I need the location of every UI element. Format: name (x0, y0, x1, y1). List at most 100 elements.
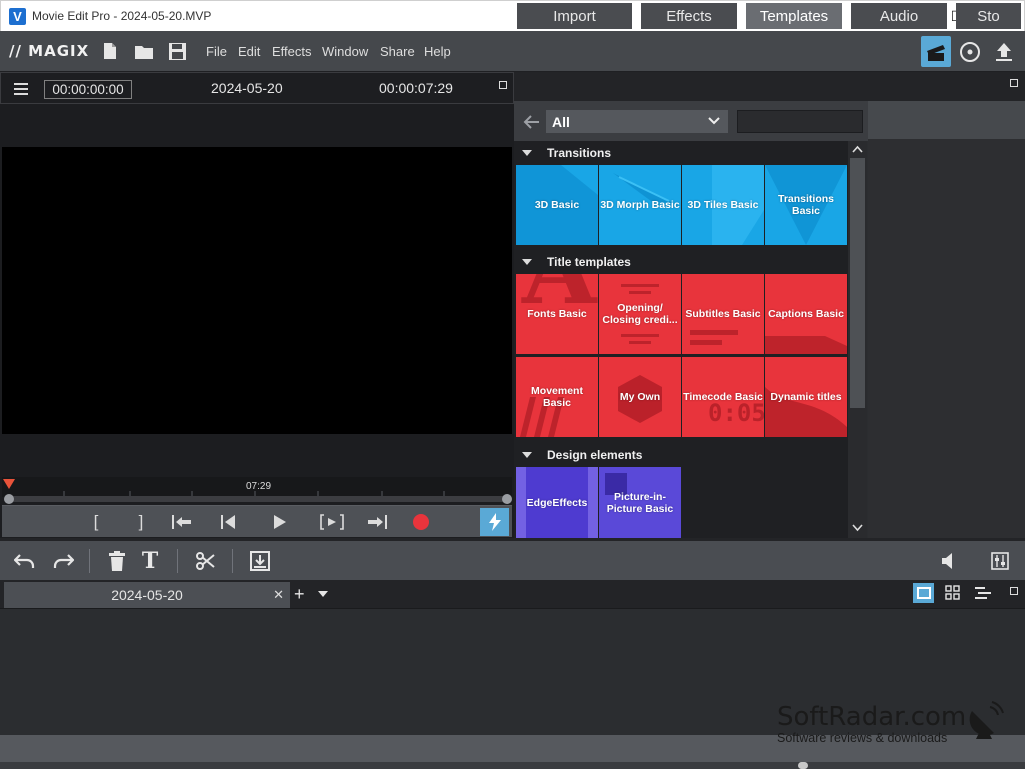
tile-3d-morph-basic[interactable]: 3D Morph Basic (599, 165, 681, 245)
undock-icon[interactable] (1010, 79, 1018, 87)
scroll-end-handle[interactable] (502, 494, 512, 504)
tile-timecode-basic[interactable]: 0:05 Timecode Basic (682, 357, 764, 437)
time-ruler[interactable]: 07:29 (2, 477, 512, 497)
transport-bar: [ ] (2, 505, 512, 537)
go-to-end-icon[interactable] (364, 506, 390, 538)
storyboard-view-icon[interactable] (913, 583, 934, 603)
zoom-slider-handle[interactable] (798, 762, 808, 769)
tile-movement-basic[interactable]: Movement Basic (516, 357, 598, 437)
satellite-dish-icon (969, 701, 1004, 739)
tile-3d-basic[interactable]: 3D Basic (516, 165, 598, 245)
redo-icon[interactable] (50, 541, 76, 580)
new-file-icon[interactable] (99, 40, 121, 62)
undock-icon[interactable] (499, 81, 507, 89)
tab-effects[interactable]: Effects (641, 3, 737, 29)
mixer-icon[interactable] (988, 541, 1012, 580)
mark-out-button[interactable]: ] (131, 506, 151, 538)
tile-transitions-basic[interactable]: Transitions Basic (765, 165, 847, 245)
insert-icon[interactable] (248, 541, 272, 580)
tab-audio[interactable]: Audio (851, 3, 947, 29)
current-timecode[interactable]: 00:00:00:00 (44, 80, 132, 99)
mark-in-button[interactable]: [ (86, 506, 106, 538)
menu-help[interactable]: Help (424, 31, 451, 72)
preview-top-area (2, 104, 512, 147)
previous-frame-icon[interactable] (216, 506, 240, 538)
ruler-end-label: 07:29 (246, 481, 272, 492)
tile-3d-tiles-basic[interactable]: 3D Tiles Basic (682, 165, 764, 245)
templates-scrollbar[interactable] (848, 141, 867, 538)
menu-hamburger-icon[interactable] (14, 83, 28, 98)
dropdown-value: All (552, 113, 570, 130)
menu-effects[interactable]: Effects (272, 31, 312, 72)
collapse-triangle-icon (522, 150, 532, 156)
timeline-tab-label: 2024-05-20 (111, 587, 183, 603)
tab-import[interactable]: Import (517, 3, 632, 29)
category-dropdown[interactable]: All (546, 110, 728, 133)
tile-picture-in-picture-basic[interactable]: Picture-in-Picture Basic (599, 467, 681, 538)
menu-share[interactable]: Share (380, 31, 415, 72)
preview-panel: 00:00:00:00 2024-05-20 00:00:07:29 07:29… (0, 72, 514, 538)
tile-my-own[interactable]: My Own (599, 357, 681, 437)
tab-templates[interactable]: Templates (746, 3, 842, 29)
tile-edge-effects[interactable]: EdgeEffects (516, 467, 598, 538)
timeline-tab-bar: 2024-05-20 ✕ + (0, 580, 1025, 608)
scroll-start-handle[interactable] (4, 494, 14, 504)
media-pool-tabs (514, 72, 1025, 101)
preview-scroll-track[interactable] (4, 494, 512, 504)
app-window: { "window": { "title": "Movie Edit Pro -… (0, 0, 1025, 769)
menu-window[interactable]: Window (322, 31, 368, 72)
back-arrow-icon[interactable] (521, 112, 541, 132)
softradar-watermark: SoftRadar.com Software reviews & downloa… (777, 703, 966, 745)
timecode-decor-digits: 0:05 (708, 399, 764, 427)
watermark-sub: Software reviews & downloads (777, 731, 948, 745)
tile-fonts-basic[interactable]: A Fonts Basic (516, 274, 598, 354)
open-folder-icon[interactable] (133, 40, 155, 62)
speaker-icon[interactable] (938, 541, 962, 580)
timeline-tab-project[interactable]: 2024-05-20 ✕ (4, 582, 290, 608)
scroll-up-icon (852, 145, 863, 153)
collapse-triangle-icon (522, 452, 532, 458)
scroll-down-icon (852, 524, 863, 532)
tab-dropdown-icon[interactable] (318, 591, 328, 598)
timeline-view-icon[interactable] (975, 585, 991, 601)
upload-icon[interactable] (989, 36, 1019, 67)
window-title: Movie Edit Pro - 2024-05-20.MVP (32, 9, 212, 23)
lightning-icon[interactable] (480, 508, 509, 536)
preview-header: 00:00:00:00 2024-05-20 00:00:07:29 (0, 72, 514, 104)
grid-view-icon[interactable] (945, 585, 961, 601)
close-tab-icon[interactable]: ✕ (273, 587, 284, 603)
save-icon[interactable] (166, 40, 188, 62)
undock-icon[interactable] (1010, 587, 1018, 595)
search-input[interactable] (737, 110, 863, 133)
menu-edit[interactable]: Edit (238, 31, 260, 72)
clapper-icon[interactable] (921, 36, 951, 67)
scroll-thumb[interactable] (850, 158, 865, 408)
section-header-design-elements[interactable]: Design elements (514, 443, 642, 467)
cut-scissors-icon[interactable] (193, 541, 217, 580)
tile-opening-closing-credits[interactable]: Opening/ Closing credi... (599, 274, 681, 354)
timeline-scrollbar[interactable] (0, 762, 1025, 769)
app-icon: V (9, 7, 26, 25)
tab-store[interactable]: Sto (956, 3, 1021, 29)
timeline-toolbar: T (0, 538, 1025, 580)
video-preview-screen[interactable] (2, 147, 512, 434)
delete-icon[interactable] (105, 541, 129, 580)
record-icon[interactable] (409, 506, 433, 538)
title-text-icon[interactable]: T (138, 541, 162, 580)
menu-file[interactable]: File (206, 31, 227, 72)
disc-icon[interactable] (955, 36, 985, 67)
collapse-triangle-icon (522, 259, 532, 265)
templates-list: Transitions 3D Basic 3D Morph Basic 3D T… (514, 141, 848, 538)
section-header-title-templates[interactable]: Title templates (514, 250, 631, 274)
go-to-start-icon[interactable] (170, 506, 194, 538)
play-icon[interactable] (268, 506, 292, 538)
undo-icon[interactable] (12, 541, 38, 580)
tile-dynamic-titles[interactable]: Dynamic titles (765, 357, 847, 437)
add-tab-button[interactable]: + (294, 584, 305, 605)
play-range-icon[interactable] (319, 506, 345, 538)
media-pool-side-panel (868, 101, 1025, 538)
chevron-down-icon (708, 117, 720, 125)
section-header-transitions[interactable]: Transitions (514, 141, 611, 165)
tile-captions-basic[interactable]: Captions Basic (765, 274, 847, 354)
tile-subtitles-basic[interactable]: Subtitles Basic (682, 274, 764, 354)
